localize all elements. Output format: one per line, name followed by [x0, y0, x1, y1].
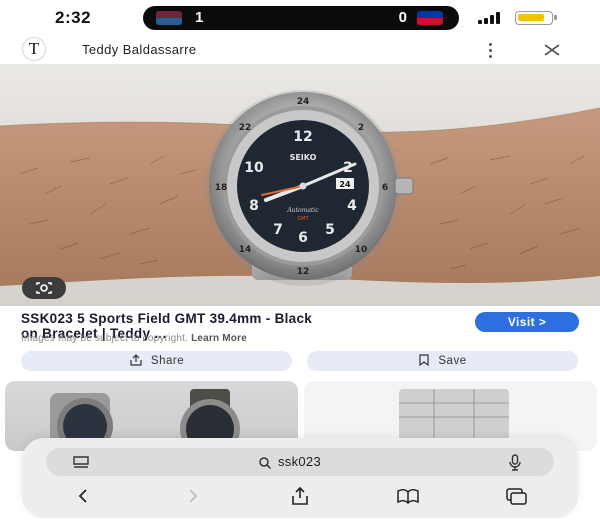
svg-text:12: 12: [297, 267, 310, 277]
more-options-icon[interactable]: [480, 40, 500, 60]
tab-overview-icon[interactable]: [72, 455, 90, 469]
search-field[interactable]: ssk023: [46, 448, 554, 476]
visit-button[interactable]: Visit >: [475, 312, 579, 332]
svg-text:6: 6: [298, 230, 308, 246]
copyright-text: Images may be subject to copyright.: [21, 333, 189, 344]
svg-text:7: 7: [273, 222, 283, 238]
tabs-icon: [506, 488, 527, 505]
lens-search-button[interactable]: [22, 277, 66, 299]
watch-sub-text: GMT: [297, 216, 309, 222]
share-page-button[interactable]: [287, 486, 313, 506]
bookmarks-button[interactable]: [395, 486, 421, 506]
chevron-left-icon: [78, 489, 87, 503]
watch-brand-text: SEIKO: [290, 153, 317, 162]
share-icon: [292, 486, 308, 505]
forward-button[interactable]: [180, 486, 206, 506]
save-button[interactable]: Save: [307, 351, 578, 371]
watch-model-text: Automatic: [286, 207, 319, 214]
signal-icon: [478, 12, 506, 24]
site-name: Teddy Baldassarre: [82, 42, 197, 57]
search-icon: [259, 457, 272, 470]
svg-text:14: 14: [239, 245, 252, 255]
book-icon: [397, 488, 419, 505]
svg-text:4: 4: [347, 198, 357, 214]
result-image[interactable]: 24 6 12 18 2 22 10 14 12 2 4 6 8 10 5 7 …: [0, 64, 600, 306]
svg-text:10: 10: [244, 160, 264, 176]
close-icon[interactable]: [542, 40, 562, 60]
search-query[interactable]: ssk023: [278, 454, 321, 469]
watch-on-wrist-image: 24 6 12 18 2 22 10 14 12 2 4 6 8 10 5 7 …: [0, 90, 600, 286]
learn-more-link[interactable]: Learn More: [191, 333, 247, 344]
home-score: 1: [195, 9, 204, 26]
watch-date: 24: [339, 180, 351, 189]
microphone-icon[interactable]: [508, 454, 522, 471]
result-title-line-1: SSK023 5 Sports Field GMT 39.4mm - Black: [21, 311, 313, 326]
svg-text:8: 8: [249, 198, 259, 214]
site-logo: T: [22, 37, 46, 61]
svg-text:18: 18: [215, 183, 228, 193]
svg-text:5: 5: [325, 222, 335, 238]
lens-icon: [36, 282, 52, 294]
away-team-logo-icon: [417, 11, 443, 25]
svg-text:24: 24: [297, 97, 310, 107]
live-score-pill[interactable]: 1 0: [143, 6, 459, 30]
copyright-notice: Images may be subject to copyright. Lear…: [21, 333, 247, 344]
result-header: T Teddy Baldassarre: [0, 36, 600, 64]
share-label: Share: [150, 355, 185, 367]
share-icon: [130, 354, 142, 366]
status-bar: 2:32 1 0: [0, 0, 600, 36]
bookmark-icon: [419, 354, 429, 367]
share-button[interactable]: Share: [21, 351, 292, 371]
svg-text:6: 6: [382, 183, 388, 193]
browser-toolbar: ssk023: [22, 438, 578, 518]
back-button[interactable]: [72, 486, 98, 506]
svg-text:2: 2: [358, 123, 364, 133]
home-team-logo-icon: [156, 11, 182, 25]
svg-text:12: 12: [293, 129, 312, 145]
chevron-right-icon: [189, 489, 198, 503]
away-score: 0: [398, 9, 407, 26]
clock: 2:32: [55, 8, 92, 27]
save-label: Save: [438, 355, 467, 367]
svg-text:22: 22: [239, 123, 252, 133]
battery-icon: [515, 11, 557, 25]
battery-level: [518, 14, 544, 21]
tabs-button[interactable]: [503, 486, 529, 506]
svg-text:10: 10: [355, 245, 368, 255]
